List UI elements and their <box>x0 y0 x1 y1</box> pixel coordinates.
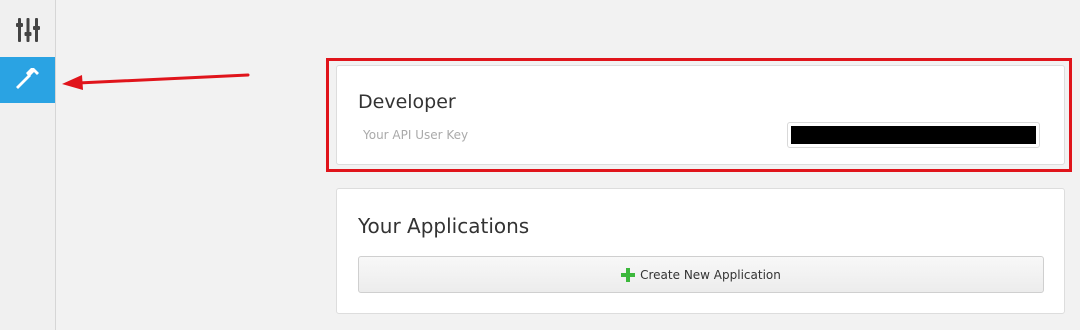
plus-icon <box>621 267 636 282</box>
hammer-icon <box>14 64 42 97</box>
api-key-label: Your API User Key <box>363 128 469 142</box>
sidebar-item-developer[interactable] <box>0 57 55 103</box>
api-key-field[interactable] <box>787 122 1040 148</box>
developer-title: Developer <box>358 91 456 113</box>
applications-card: Your Applications Create New Application <box>336 188 1065 314</box>
sliders-icon <box>15 17 40 48</box>
arrow-left-icon <box>60 68 250 97</box>
create-new-application-label: Create New Application <box>640 267 781 282</box>
developer-card: Developer Your API User Key <box>336 65 1065 165</box>
api-key-value <box>791 126 1036 144</box>
create-new-application-button[interactable]: Create New Application <box>358 256 1044 293</box>
applications-title: Your Applications <box>358 214 530 238</box>
page: Developer Your API User Key Your Applica… <box>0 0 1080 330</box>
sidebar <box>0 0 56 330</box>
sidebar-item-settings[interactable] <box>0 8 55 56</box>
